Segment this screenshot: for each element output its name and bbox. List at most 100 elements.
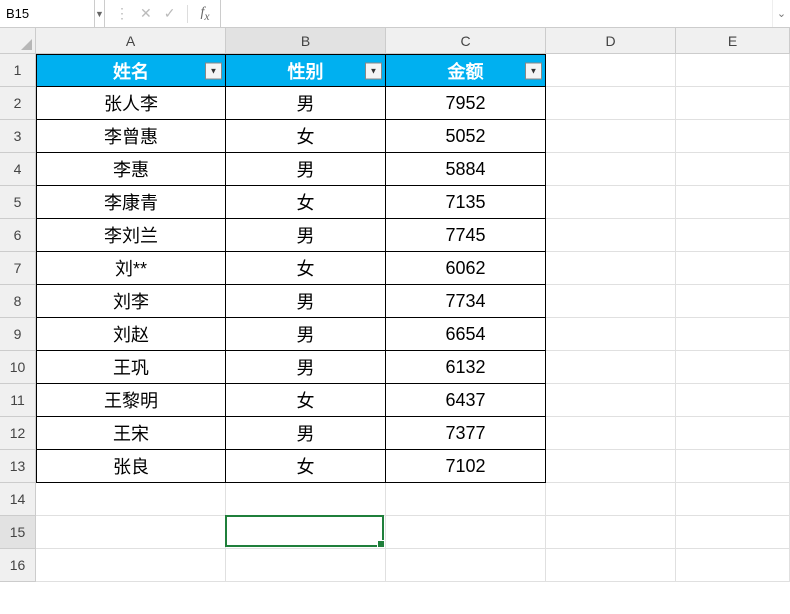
cell-D15[interactable] [546,516,676,549]
cell-B4[interactable]: 男 [226,153,386,186]
col-header-C[interactable]: C [386,28,546,54]
cell-A7[interactable]: 刘** [36,252,226,285]
filter-button-name[interactable]: ▼ [205,62,222,79]
cell-A13[interactable]: 张良 [36,450,226,483]
name-box[interactable]: B15 [0,0,95,27]
select-all-triangle[interactable] [0,28,36,54]
cell-A11[interactable]: 王黎明 [36,384,226,417]
cell-D9[interactable] [546,318,676,351]
cell-B16[interactable] [226,549,386,582]
col-header-E[interactable]: E [676,28,790,54]
cell-A15[interactable] [36,516,226,549]
cell-C12[interactable]: 7377 [386,417,546,450]
cell-B15[interactable] [226,516,386,549]
cell-E9[interactable] [676,318,790,351]
cell-E13[interactable] [676,450,790,483]
cell-E4[interactable] [676,153,790,186]
row-header-14[interactable]: 14 [0,483,36,516]
cell-D2[interactable] [546,87,676,120]
row-header-11[interactable]: 11 [0,384,36,417]
cell-B13[interactable]: 女 [226,450,386,483]
cell-D16[interactable] [546,549,676,582]
cell-D7[interactable] [546,252,676,285]
cell-A14[interactable] [36,483,226,516]
row-header-2[interactable]: 2 [0,87,36,120]
cell-A16[interactable] [36,549,226,582]
cell-E15[interactable] [676,516,790,549]
cell-A3[interactable]: 李曾惠 [36,120,226,153]
row-header-13[interactable]: 13 [0,450,36,483]
row-header-1[interactable]: 1 [0,54,36,87]
cell-B3[interactable]: 女 [226,120,386,153]
cell-C16[interactable] [386,549,546,582]
cell-B9[interactable]: 男 [226,318,386,351]
cell-E12[interactable] [676,417,790,450]
name-box-dropdown-icon[interactable]: ▼ [95,0,105,27]
cell-C9[interactable]: 6654 [386,318,546,351]
row-header-9[interactable]: 9 [0,318,36,351]
cell-E1[interactable] [676,54,790,87]
cell-A12[interactable]: 王宋 [36,417,226,450]
cell-D11[interactable] [546,384,676,417]
cell-B12[interactable]: 男 [226,417,386,450]
header-cell-amount[interactable]: 金额 ▼ [386,54,546,87]
row-header-12[interactable]: 12 [0,417,36,450]
cell-E7[interactable] [676,252,790,285]
row-header-4[interactable]: 4 [0,153,36,186]
dots-icon[interactable]: ⋮ [115,5,128,22]
cell-E8[interactable] [676,285,790,318]
row-header-6[interactable]: 6 [0,219,36,252]
cell-E5[interactable] [676,186,790,219]
cell-B7[interactable]: 女 [226,252,386,285]
cell-D13[interactable] [546,450,676,483]
cell-B5[interactable]: 女 [226,186,386,219]
cell-C5[interactable]: 7135 [386,186,546,219]
row-header-7[interactable]: 7 [0,252,36,285]
cell-B8[interactable]: 男 [226,285,386,318]
cell-C7[interactable]: 6062 [386,252,546,285]
cell-A8[interactable]: 刘李 [36,285,226,318]
cell-B14[interactable] [226,483,386,516]
cell-C4[interactable]: 5884 [386,153,546,186]
filter-button-gender[interactable]: ▼ [365,62,382,79]
cell-E16[interactable] [676,549,790,582]
cell-C2[interactable]: 7952 [386,87,546,120]
cell-D5[interactable] [546,186,676,219]
cell-C3[interactable]: 5052 [386,120,546,153]
header-cell-name[interactable]: 姓名 ▼ [36,54,226,87]
cell-A6[interactable]: 李刘兰 [36,219,226,252]
cell-A10[interactable]: 王巩 [36,351,226,384]
cell-D3[interactable] [546,120,676,153]
row-header-10[interactable]: 10 [0,351,36,384]
cell-D6[interactable] [546,219,676,252]
cell-C10[interactable]: 6132 [386,351,546,384]
cell-D12[interactable] [546,417,676,450]
cell-B11[interactable]: 女 [226,384,386,417]
row-header-3[interactable]: 3 [0,120,36,153]
row-header-16[interactable]: 16 [0,549,36,582]
cell-A2[interactable]: 张人李 [36,87,226,120]
cell-E14[interactable] [676,483,790,516]
cell-D1[interactable] [546,54,676,87]
cell-D4[interactable] [546,153,676,186]
col-header-A[interactable]: A [36,28,226,54]
cell-C14[interactable] [386,483,546,516]
row-header-8[interactable]: 8 [0,285,36,318]
row-header-5[interactable]: 5 [0,186,36,219]
cell-A4[interactable]: 李惠 [36,153,226,186]
cell-E11[interactable] [676,384,790,417]
cell-E3[interactable] [676,120,790,153]
cell-A9[interactable]: 刘赵 [36,318,226,351]
formula-input[interactable] [220,0,772,27]
cell-D10[interactable] [546,351,676,384]
cell-B2[interactable]: 男 [226,87,386,120]
row-header-15[interactable]: 15 [0,516,36,549]
cell-A5[interactable]: 李康青 [36,186,226,219]
cell-C15[interactable] [386,516,546,549]
cell-C6[interactable]: 7745 [386,219,546,252]
cell-C13[interactable]: 7102 [386,450,546,483]
cell-B6[interactable]: 男 [226,219,386,252]
cell-E2[interactable] [676,87,790,120]
filter-button-amount[interactable]: ▼ [525,62,542,79]
col-header-B[interactable]: B [226,28,386,54]
